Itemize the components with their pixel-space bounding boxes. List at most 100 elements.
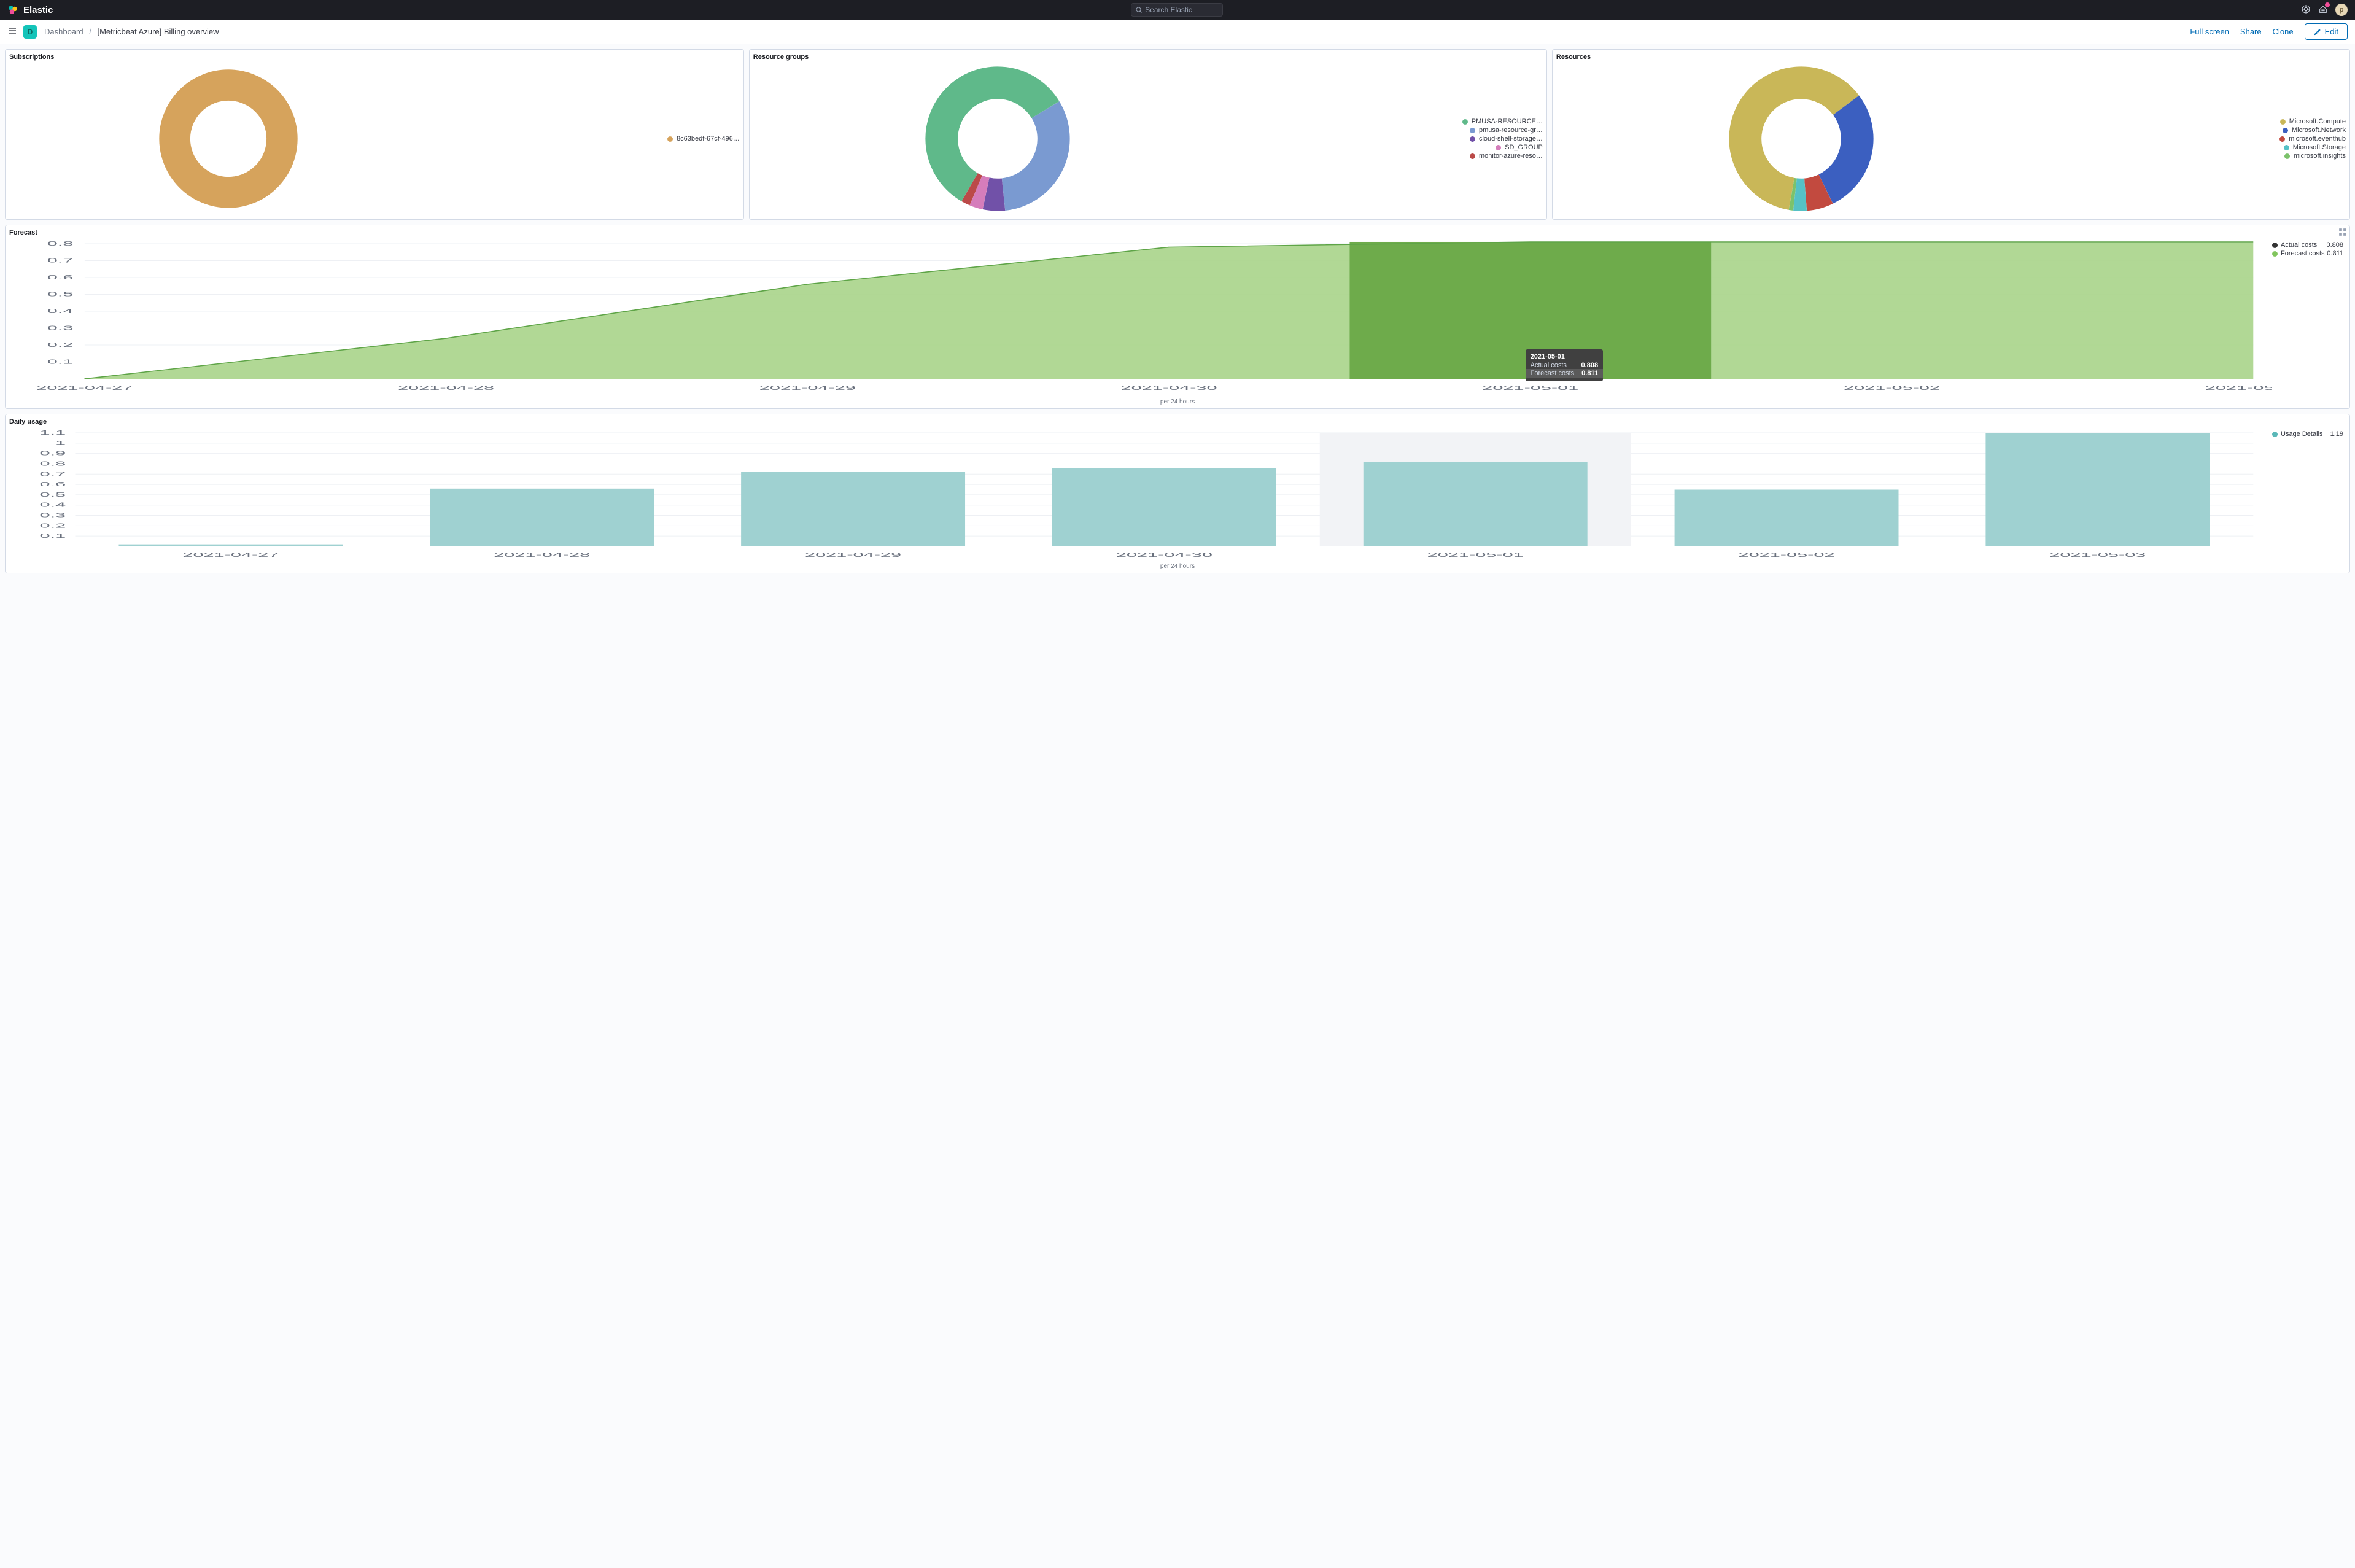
svg-text:2021-04-27: 2021-04-27 <box>36 384 133 391</box>
global-search-input[interactable]: Search Elastic <box>1131 3 1223 17</box>
panel-title: Subscriptions <box>9 53 740 61</box>
legend-actual-label: Actual costs <box>2281 241 2317 249</box>
legend-dot-icon <box>2284 153 2290 159</box>
legend-forecast-label: Forecast costs <box>2281 250 2325 257</box>
legend-label: pmusa-resource-gr… <box>1479 126 1543 134</box>
svg-text:0.6: 0.6 <box>39 481 66 487</box>
legend-label: PMUSA-RESOURCE… <box>1472 118 1543 125</box>
svg-text:0.7: 0.7 <box>39 470 66 477</box>
tooltip-date: 2021-05-01 <box>1531 353 1598 360</box>
panel-resources: Resources Microsoft.ComputeMicrosoft.Net… <box>1552 49 2350 220</box>
legend-label: 8c63bedf-67cf-496… <box>677 135 740 142</box>
daily-legend: Usage Details 1.19 <box>2272 427 2346 562</box>
legend-dot-icon <box>2283 128 2288 133</box>
brand-title: Elastic <box>23 5 53 15</box>
legend-item[interactable]: Microsoft.Storage <box>2284 144 2346 151</box>
daily-usage-chart[interactable]: 0.10.20.30.40.50.60.70.80.911.12021-04-2… <box>9 427 2272 562</box>
legend-item[interactable]: microsoft.eventhub <box>2279 135 2346 142</box>
legend-item[interactable]: Microsoft.Network <box>2283 126 2346 134</box>
forecast-xlabel: per 24 hours <box>9 398 2346 405</box>
legend-dot-icon <box>2284 145 2289 150</box>
panel-forecast: Forecast 0.10.20.30.40.50.60.70.82021-04… <box>5 225 2350 409</box>
daily-legend-label: Usage Details <box>2281 430 2322 438</box>
legend-item[interactable]: 8c63bedf-67cf-496… <box>667 135 740 142</box>
forecast-chart[interactable]: 0.10.20.30.40.50.60.70.82021-04-272021-0… <box>9 238 2272 397</box>
panel-title: Resource groups <box>753 53 1543 61</box>
panel-title: Daily usage <box>9 418 2346 425</box>
panel-title: Forecast <box>9 229 2346 236</box>
legend-label: Microsoft.Network <box>2292 126 2346 134</box>
svg-text:1: 1 <box>55 440 66 446</box>
legend-label: SD_GROUP <box>1505 144 1543 151</box>
tooltip-forecast-label: Forecast costs <box>1531 370 1575 377</box>
svg-text:2021-05-01: 2021-05-01 <box>1427 551 1524 558</box>
legend-label: cloud-shell-storage… <box>1479 135 1543 142</box>
svg-text:0.4: 0.4 <box>39 502 66 508</box>
subscriptions-donut[interactable] <box>158 68 299 209</box>
legend-dot-icon <box>1470 136 1475 142</box>
svg-text:0.5: 0.5 <box>47 290 74 297</box>
legend-dot-icon <box>1470 153 1475 159</box>
daily-xlabel: per 24 hours <box>9 563 2346 570</box>
legend-label: Microsoft.Storage <box>2293 144 2346 151</box>
svg-text:2021-05-01: 2021-05-01 <box>1482 384 1578 391</box>
nav-menu-icon[interactable] <box>7 26 17 37</box>
legend-item[interactable]: pmusa-resource-gr… <box>1470 126 1543 134</box>
legend-item[interactable]: PMUSA-RESOURCE… <box>1462 118 1543 125</box>
svg-text:0.4: 0.4 <box>47 308 74 314</box>
svg-text:1.1: 1.1 <box>39 429 66 436</box>
svg-text:0.3: 0.3 <box>39 511 66 518</box>
svg-text:2021-04-27: 2021-04-27 <box>182 551 279 558</box>
legend-dot-icon <box>1462 119 1468 125</box>
svg-text:2021-04-30: 2021-04-30 <box>1116 551 1212 558</box>
newsfeed-icon[interactable] <box>2318 4 2328 16</box>
resource-groups-donut[interactable] <box>924 65 1071 212</box>
user-avatar[interactable]: p <box>2335 4 2348 16</box>
panel-title: Resources <box>1556 53 2346 61</box>
svg-text:0.8: 0.8 <box>39 460 66 467</box>
svg-text:0.5: 0.5 <box>39 491 66 498</box>
svg-text:0.8: 0.8 <box>47 240 74 247</box>
help-icon[interactable] <box>2301 4 2311 16</box>
edit-button[interactable]: Edit <box>2305 23 2348 40</box>
svg-text:0.3: 0.3 <box>47 324 74 331</box>
share-link[interactable]: Share <box>2240 27 2262 36</box>
tooltip-actual-label: Actual costs <box>1531 362 1567 369</box>
panel-options-icon[interactable] <box>2337 227 2348 238</box>
svg-text:0.2: 0.2 <box>47 341 74 348</box>
forecast-legend: Actual costs 0.808 Forecast costs 0.811 <box>2272 238 2346 397</box>
svg-text:0.2: 0.2 <box>39 522 66 529</box>
panel-subscriptions: Subscriptions 8c63bedf-67cf-496… <box>5 49 744 220</box>
clone-link[interactable]: Clone <box>2273 27 2294 36</box>
legend-label: microsoft.eventhub <box>2289 135 2346 142</box>
legend-label: Microsoft.Compute <box>2289 118 2346 125</box>
breadcrumb-current: [Metricbeat Azure] Billing overview <box>97 27 219 36</box>
legend-dot-icon <box>2280 119 2286 125</box>
tooltip-actual-val: 0.808 <box>1581 362 1599 369</box>
daily-legend-val: 1.19 <box>2330 430 2343 438</box>
svg-text:0.9: 0.9 <box>39 449 66 456</box>
legend-item[interactable]: microsoft.insights <box>2284 152 2346 160</box>
legend-item[interactable]: monitor-azure-reso… <box>1470 152 1543 160</box>
svg-text:2021-04-28: 2021-04-28 <box>398 384 494 391</box>
breadcrumb-root[interactable]: Dashboard <box>44 27 83 36</box>
dashboard-body: Subscriptions 8c63bedf-67cf-496… Resourc… <box>0 44 2355 578</box>
legend-actual-val: 0.808 <box>2326 241 2343 249</box>
legend-label: monitor-azure-reso… <box>1479 152 1543 160</box>
legend-item[interactable]: SD_GROUP <box>1496 144 1543 151</box>
svg-text:2021-05-03: 2021-05-03 <box>2205 384 2272 391</box>
tooltip-forecast-val: 0.811 <box>1581 370 1598 377</box>
breadcrumb: Dashboard / [Metricbeat Azure] Billing o… <box>44 27 219 36</box>
svg-text:2021-05-03: 2021-05-03 <box>2049 551 2146 558</box>
notification-dot-icon <box>2325 2 2330 7</box>
legend-item[interactable]: Microsoft.Compute <box>2280 118 2346 125</box>
resources-donut[interactable] <box>1728 65 1875 212</box>
legend-label: microsoft.insights <box>2294 152 2346 160</box>
svg-text:0.6: 0.6 <box>47 274 74 281</box>
app-badge[interactable]: D <box>23 25 37 39</box>
svg-text:0.1: 0.1 <box>47 358 74 365</box>
legend-item[interactable]: cloud-shell-storage… <box>1470 135 1543 142</box>
fullscreen-link[interactable]: Full screen <box>2190 27 2229 36</box>
svg-text:2021-04-29: 2021-04-29 <box>759 384 856 391</box>
svg-text:2021-04-29: 2021-04-29 <box>805 551 901 558</box>
